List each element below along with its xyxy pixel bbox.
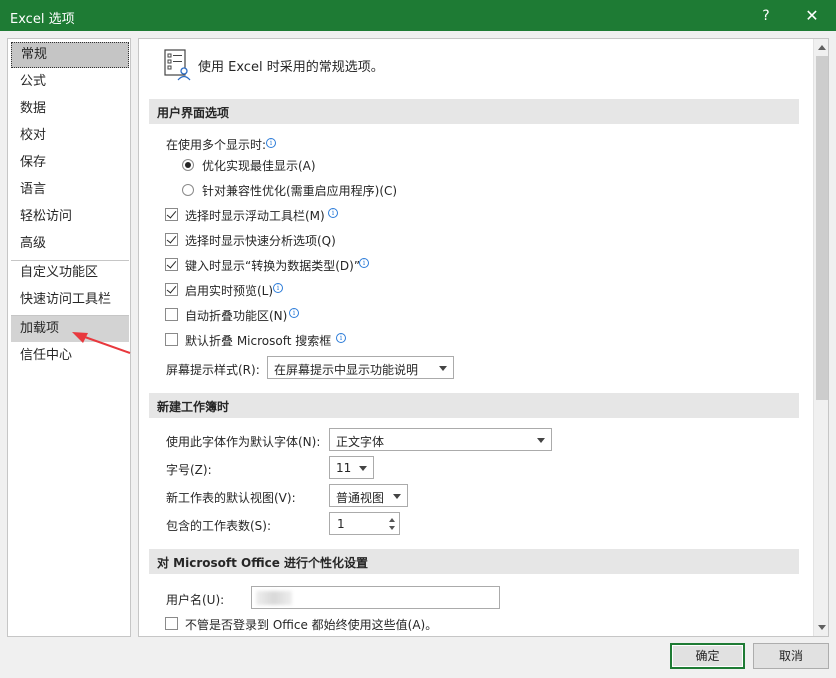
nav-item-language[interactable]: 语言 [11, 177, 129, 203]
nav-item-advanced[interactable]: 高级 [11, 231, 129, 257]
default-view-label: 新工作表的默认视图(V): [166, 491, 296, 505]
radio-optimize-compat[interactable] [182, 184, 194, 196]
nav-item-formulas[interactable]: 公式 [11, 69, 129, 95]
checkbox-mini-toolbar[interactable] [165, 208, 178, 221]
checkbox-live-preview[interactable] [165, 283, 178, 296]
title-bar: Excel 选项 ? ✕ [0, 0, 836, 31]
radio-optimize-compat-label[interactable]: 针对兼容性优化(需重启应用程序)(C) [202, 182, 397, 199]
font-size-label: 字号(Z): [166, 463, 212, 477]
section-title: 对 Microsoft Office 进行个性化设置 [157, 556, 369, 570]
radio-optimize-best-label[interactable]: 优化实现最佳显示(A) [202, 157, 316, 174]
nav-item-general[interactable]: 常规 [11, 42, 129, 68]
section-personalize-office: 对 Microsoft Office 进行个性化设置 [149, 549, 799, 574]
redacted-username [256, 591, 292, 605]
info-icon: i [359, 258, 369, 268]
sheet-count-stepper[interactable]: 1 [329, 512, 400, 535]
section-new-workbook: 新建工作簿时 [149, 393, 799, 418]
checkbox-auto-collapse-ribbon-label[interactable]: 自动折叠功能区(N) [185, 307, 287, 324]
default-view-value: 普通视图 [336, 491, 385, 505]
checkbox-collapse-search-label[interactable]: 默认折叠 Microsoft 搜索框 [185, 332, 331, 349]
general-options-icon [164, 49, 191, 81]
radio-optimize-best[interactable] [182, 159, 194, 171]
nav-item-accessibility[interactable]: 轻松访问 [11, 204, 129, 230]
font-size-dropdown[interactable]: 11 [329, 456, 374, 479]
sheet-count-label: 包含的工作表数(S): [166, 519, 272, 533]
checkbox-convert-data-type-label[interactable]: 键入时显示“转换为数据类型(D)” [185, 257, 360, 274]
checkbox-always-use-values[interactable] [165, 617, 178, 630]
default-view-dropdown[interactable]: 普通视图 [329, 484, 408, 507]
window-title: Excel 选项 [10, 12, 75, 27]
general-options-intro: 使用 Excel 时采用的常规选项。 [198, 60, 384, 75]
chevron-down-icon [359, 466, 367, 471]
checkbox-mini-toolbar-label[interactable]: 选择时显示浮动工具栏(M) [185, 207, 325, 224]
nav-item-proofing[interactable]: 校对 [11, 123, 129, 149]
default-font-dropdown[interactable]: 正文字体 [329, 428, 552, 451]
vertical-scrollbar[interactable] [813, 39, 828, 636]
checkbox-always-use-values-label[interactable]: 不管是否登录到 Office 都始终使用这些值(A)。 [185, 616, 437, 633]
multi-display-label: 在使用多个显示时: [166, 138, 267, 152]
nav-item-quick-access-toolbar[interactable]: 快速访问工具栏 [11, 287, 129, 313]
checkbox-auto-collapse-ribbon[interactable] [165, 308, 178, 321]
chevron-down-icon [393, 494, 401, 499]
chevron-down-icon [439, 366, 447, 371]
cancel-button[interactable]: 取消 [753, 643, 829, 669]
checkbox-quick-analysis[interactable] [165, 233, 178, 246]
close-button[interactable]: ✕ [800, 4, 824, 28]
nav-item-save[interactable]: 保存 [11, 150, 129, 176]
info-icon: i [266, 138, 276, 148]
scroll-up-icon[interactable] [818, 45, 826, 50]
spin-down-icon[interactable] [389, 526, 395, 530]
scroll-down-icon[interactable] [818, 625, 826, 630]
sheet-count-value: 1 [337, 517, 345, 531]
checkbox-quick-analysis-label[interactable]: 选择时显示快速分析选项(Q) [185, 232, 336, 249]
nav-item-data[interactable]: 数据 [11, 96, 129, 122]
general-options-pane: 使用 Excel 时采用的常规选项。 用户界面选项 在使用多个显示时: i 优化… [138, 38, 829, 637]
chevron-down-icon [537, 438, 545, 443]
spin-up-icon[interactable] [389, 518, 395, 522]
section-ui-options: 用户界面选项 [149, 99, 799, 124]
font-size-value: 11 [336, 461, 352, 475]
info-icon: i [289, 308, 299, 318]
username-input[interactable] [251, 586, 500, 609]
info-icon: i [328, 208, 338, 218]
checkbox-convert-data-type[interactable] [165, 258, 178, 271]
default-font-value: 正文字体 [336, 435, 385, 449]
screentip-style-dropdown[interactable]: 在屏幕提示中显示功能说明 [267, 356, 454, 379]
checkbox-live-preview-label[interactable]: 启用实时预览(L) [185, 282, 273, 299]
red-arrow-annotation [72, 332, 131, 354]
section-title: 用户界面选项 [157, 106, 230, 120]
ok-button[interactable]: 确定 [670, 643, 745, 669]
section-title: 新建工作簿时 [157, 400, 230, 414]
info-icon: i [336, 333, 346, 343]
info-icon: i [273, 283, 283, 293]
default-font-label: 使用此字体作为默认字体(N): [166, 435, 321, 449]
scroll-thumb[interactable] [816, 56, 828, 400]
help-button[interactable]: ? [754, 4, 778, 28]
nav-item-customize-ribbon[interactable]: 自定义功能区 [11, 260, 129, 286]
checkbox-collapse-search[interactable] [165, 333, 178, 346]
username-label: 用户名(U): [166, 593, 225, 607]
screentip-style-label: 屏幕提示样式(R): [166, 363, 260, 377]
screentip-style-value: 在屏幕提示中显示功能说明 [274, 363, 419, 377]
